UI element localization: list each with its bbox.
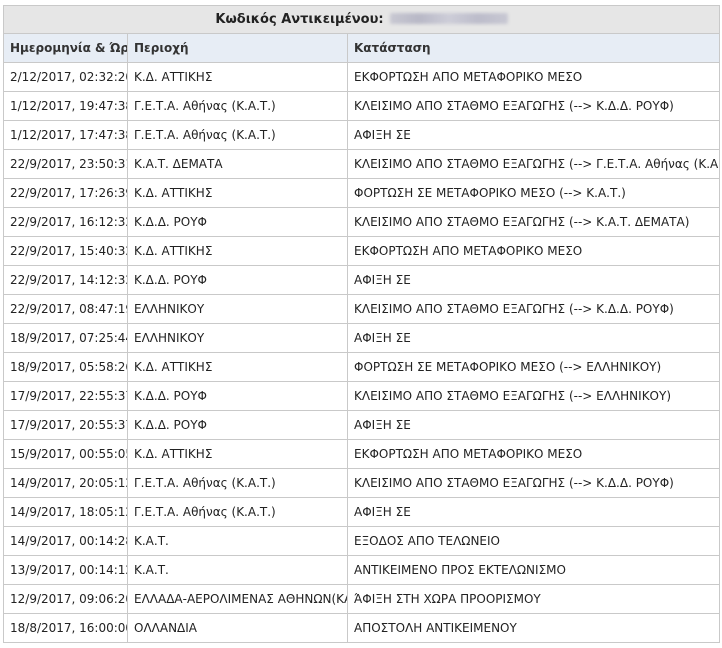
cell-date: 17/9/2017, 22:55:37 bbox=[3, 381, 128, 411]
cell-status: ΑΦΙΞΗ ΣΕ bbox=[347, 265, 720, 295]
table-row: 14/9/2017, 00:14:28 Κ.Α.Τ. ΕΞΟΔΟΣ ΑΠΟ ΤΕΛΩ… bbox=[3, 526, 720, 556]
cell-area: ΟΛΛΑΝΔΙΑ bbox=[127, 613, 348, 643]
table-row: 15/9/2017, 00:55:05 Κ.Δ. ΑΤΤΙΚΗΣ ΕΚΦΟΡΤΩΣΗ… bbox=[3, 439, 720, 469]
table-row: 14/9/2017, 18:05:12 Γ.Ε.Τ.Α. Αθήνας (Κ.Α.… bbox=[3, 497, 720, 527]
cell-date: 18/8/2017, 16:00:00 bbox=[3, 613, 128, 643]
table-row: 14/9/2017, 20:05:12 Γ.Ε.Τ.Α. Αθήνας (Κ.Α.… bbox=[3, 468, 720, 498]
cell-area: Γ.Ε.Τ.Α. Αθήνας (Κ.Α.Τ.) bbox=[127, 120, 348, 150]
cell-status: ΑΦΙΞΗ ΣΕ bbox=[347, 410, 720, 440]
cell-area: Κ.Δ.Δ. ΡΟΥΦ bbox=[127, 410, 348, 440]
cell-area: Κ.Δ. ΑΤΤΙΚΗΣ bbox=[127, 352, 348, 382]
cell-status: ΚΛΕΙΣΙΜΟ ΑΠΟ ΣΤΑΘΜΟ ΕΞΑΓΩΓΗΣ (--> Κ.Δ.Δ.… bbox=[347, 468, 720, 498]
cell-area: Κ.Α.Τ. ΔΕΜΑΤΑ bbox=[127, 149, 348, 179]
tracking-title-label: Κωδικός Αντικειμένου: bbox=[215, 12, 384, 27]
cell-status: ΚΛΕΙΣΙΜΟ ΑΠΟ ΣΤΑΘΜΟ ΕΞΑΓΩΓΗΣ (--> Γ.Ε.Τ.… bbox=[347, 149, 720, 179]
cell-status: ΚΛΕΙΣΙΜΟ ΑΠΟ ΣΤΑΘΜΟ ΕΞΑΓΩΓΗΣ (--> ΕΛΛΗΝΙ… bbox=[347, 381, 720, 411]
cell-date: 18/9/2017, 05:58:26 bbox=[3, 352, 128, 382]
cell-area: Κ.Δ. ΑΤΤΙΚΗΣ bbox=[127, 178, 348, 208]
title-row: Κωδικός Αντικειμένου: bbox=[3, 5, 720, 34]
cell-status: ΚΛΕΙΣΙΜΟ ΑΠΟ ΣΤΑΘΜΟ ΕΞΑΓΩΓΗΣ (--> Κ.Δ.Δ.… bbox=[347, 91, 720, 121]
cell-status: ΕΞΟΔΟΣ ΑΠΟ ΤΕΛΩΝΕΙΟ bbox=[347, 526, 720, 556]
cell-area: Κ.Δ. ΑΤΤΙΚΗΣ bbox=[127, 236, 348, 266]
column-header-date: Ημερομηνία & Ώρα bbox=[3, 33, 128, 63]
cell-date: 1/12/2017, 19:47:38 bbox=[3, 91, 128, 121]
tracking-table: Κωδικός Αντικειμένου: Ημερομηνία & Ώρα Π… bbox=[3, 5, 720, 643]
cell-area: Κ.Δ.Δ. ΡΟΥΦ bbox=[127, 381, 348, 411]
cell-area: Κ.Δ. ΑΤΤΙΚΗΣ bbox=[127, 439, 348, 469]
cell-date: 22/9/2017, 23:50:31 bbox=[3, 149, 128, 179]
table-row: 17/9/2017, 22:55:37 Κ.Δ.Δ. ΡΟΥΦ ΚΛΕΙΣΙΜΟ Α… bbox=[3, 381, 720, 411]
cell-area: Γ.Ε.Τ.Α. Αθήνας (Κ.Α.Τ.) bbox=[127, 468, 348, 498]
cell-status: ΑΠΟΣΤΟΛΗ ΑΝΤΙΚΕΙΜΕΝΟΥ bbox=[347, 613, 720, 643]
table-row: 22/9/2017, 23:50:31 Κ.Α.Τ. ΔΕΜΑΤΑ ΚΛΕΙΣΙΜΟ… bbox=[3, 149, 720, 179]
cell-area: Γ.Ε.Τ.Α. Αθήνας (Κ.Α.Τ.) bbox=[127, 497, 348, 527]
cell-date: 14/9/2017, 18:05:12 bbox=[3, 497, 128, 527]
table-row: 22/9/2017, 14:12:32 Κ.Δ.Δ. ΡΟΥΦ ΑΦΙΞΗ ΣΕ bbox=[3, 265, 720, 295]
cell-status: ΦΟΡΤΩΣΗ ΣΕ ΜΕΤΑΦΟΡΙΚΟ ΜΕΣΟ (--> Κ.Α.Τ.) bbox=[347, 178, 720, 208]
column-header-status: Κατάσταση bbox=[347, 33, 720, 63]
tracking-title: Κωδικός Αντικειμένου: bbox=[3, 5, 720, 34]
cell-area: Γ.Ε.Τ.Α. Αθήνας (Κ.Α.Τ.) bbox=[127, 91, 348, 121]
table-row: 22/9/2017, 16:12:32 Κ.Δ.Δ. ΡΟΥΦ ΚΛΕΙΣΙΜΟ Α… bbox=[3, 207, 720, 237]
cell-date: 17/9/2017, 20:55:37 bbox=[3, 410, 128, 440]
table-row: 18/9/2017, 05:58:26 Κ.Δ. ΑΤΤΙΚΗΣ ΦΟΡΤΩΣΗ Σ… bbox=[3, 352, 720, 382]
column-header-area: Περιοχή bbox=[127, 33, 348, 63]
cell-status: ΑΦΙΞΗ ΣΕ bbox=[347, 323, 720, 353]
cell-area: Κ.Α.Τ. bbox=[127, 555, 348, 585]
cell-date: 15/9/2017, 00:55:05 bbox=[3, 439, 128, 469]
cell-status: ΑΦΙΞΗ ΣΕ bbox=[347, 497, 720, 527]
cell-date: 2/12/2017, 02:32:20 bbox=[3, 62, 128, 92]
cell-date: 22/9/2017, 15:40:32 bbox=[3, 236, 128, 266]
table-row: 1/12/2017, 19:47:38 Γ.Ε.Τ.Α. Αθήνας (Κ.Α.… bbox=[3, 91, 720, 121]
cell-area: ΕΛΛΑΔΑ-ΑΕΡΟΛΙΜΕΝΑΣ ΑΘΗΝΩΝ(ΚΑΤ) bbox=[127, 584, 348, 614]
cell-date: 22/9/2017, 16:12:32 bbox=[3, 207, 128, 237]
cell-area: ΕΛΛΗΝΙΚΟΥ bbox=[127, 294, 348, 324]
cell-date: 12/9/2017, 09:06:20 bbox=[3, 584, 128, 614]
cell-date: 14/9/2017, 20:05:12 bbox=[3, 468, 128, 498]
cell-status: ΑΦΙΞΗ ΣΕ bbox=[347, 120, 720, 150]
cell-status: ΆΦΙΞΗ ΣΤΗ ΧΩΡΑ ΠΡΟΟΡΙΣΜΟΥ bbox=[347, 584, 720, 614]
cell-date: 13/9/2017, 00:14:12 bbox=[3, 555, 128, 585]
redacted-tracking-code bbox=[389, 13, 508, 24]
cell-status: ΕΚΦΟΡΤΩΣΗ ΑΠΟ ΜΕΤΑΦΟΡΙΚΟ ΜΕΣΟ bbox=[347, 439, 720, 469]
cell-date: 22/9/2017, 14:12:32 bbox=[3, 265, 128, 295]
cell-status: ΕΚΦΟΡΤΩΣΗ ΑΠΟ ΜΕΤΑΦΟΡΙΚΟ ΜΕΣΟ bbox=[347, 236, 720, 266]
table-row: 22/9/2017, 15:40:32 Κ.Δ. ΑΤΤΙΚΗΣ ΕΚΦΟΡΤΩΣΗ… bbox=[3, 236, 720, 266]
table-row: 22/9/2017, 17:26:39 Κ.Δ. ΑΤΤΙΚΗΣ ΦΟΡΤΩΣΗ Σ… bbox=[3, 178, 720, 208]
tracking-rows: 2/12/2017, 02:32:20 Κ.Δ. ΑΤΤΙΚΗΣ ΕΚΦΟΡΤΩΣΗ… bbox=[3, 62, 720, 643]
cell-date: 18/9/2017, 07:25:44 bbox=[3, 323, 128, 353]
cell-area: Κ.Δ.Δ. ΡΟΥΦ bbox=[127, 207, 348, 237]
cell-date: 14/9/2017, 00:14:28 bbox=[3, 526, 128, 556]
cell-date: 22/9/2017, 17:26:39 bbox=[3, 178, 128, 208]
table-row: 1/12/2017, 17:47:38 Γ.Ε.Τ.Α. Αθήνας (Κ.Α.… bbox=[3, 120, 720, 150]
table-row: 18/9/2017, 07:25:44 ΕΛΛΗΝΙΚΟΥ ΑΦΙΞΗ ΣΕ bbox=[3, 323, 720, 353]
tracking-panel: Κωδικός Αντικειμένου: Ημερομηνία & Ώρα Π… bbox=[3, 5, 720, 643]
cell-status: ΕΚΦΟΡΤΩΣΗ ΑΠΟ ΜΕΤΑΦΟΡΙΚΟ ΜΕΣΟ bbox=[347, 62, 720, 92]
cell-area: Κ.Δ. ΑΤΤΙΚΗΣ bbox=[127, 62, 348, 92]
cell-area: Κ.Δ.Δ. ΡΟΥΦ bbox=[127, 265, 348, 295]
table-row: 2/12/2017, 02:32:20 Κ.Δ. ΑΤΤΙΚΗΣ ΕΚΦΟΡΤΩΣΗ… bbox=[3, 62, 720, 92]
cell-area: Κ.Α.Τ. bbox=[127, 526, 348, 556]
table-row: 12/9/2017, 09:06:20 ΕΛΛΑΔΑ-ΑΕΡΟΛΙΜΕΝΑΣ ΑΘ… bbox=[3, 584, 720, 614]
cell-status: ΦΟΡΤΩΣΗ ΣΕ ΜΕΤΑΦΟΡΙΚΟ ΜΕΣΟ (--> ΕΛΛΗΝΙΚΟ… bbox=[347, 352, 720, 382]
cell-date: 1/12/2017, 17:47:38 bbox=[3, 120, 128, 150]
cell-status: ΚΛΕΙΣΙΜΟ ΑΠΟ ΣΤΑΘΜΟ ΕΞΑΓΩΓΗΣ (--> Κ.Α.Τ.… bbox=[347, 207, 720, 237]
header-row: Ημερομηνία & Ώρα Περιοχή Κατάσταση bbox=[3, 33, 720, 63]
table-row: 17/9/2017, 20:55:37 Κ.Δ.Δ. ΡΟΥΦ ΑΦΙΞΗ ΣΕ bbox=[3, 410, 720, 440]
table-row: 13/9/2017, 00:14:12 Κ.Α.Τ. ΑΝΤΙΚΕΙΜΕΝΟ ΠΡΟ… bbox=[3, 555, 720, 585]
table-row: 22/9/2017, 08:47:19 ΕΛΛΗΝΙΚΟΥ ΚΛΕΙΣΙΜΟ ΑΠΟ… bbox=[3, 294, 720, 324]
cell-area: ΕΛΛΗΝΙΚΟΥ bbox=[127, 323, 348, 353]
cell-status: ΑΝΤΙΚΕΙΜΕΝΟ ΠΡΟΣ ΕΚΤΕΛΩΝΙΣΜΟ bbox=[347, 555, 720, 585]
cell-status: ΚΛΕΙΣΙΜΟ ΑΠΟ ΣΤΑΘΜΟ ΕΞΑΓΩΓΗΣ (--> Κ.Δ.Δ.… bbox=[347, 294, 720, 324]
cell-date: 22/9/2017, 08:47:19 bbox=[3, 294, 128, 324]
table-row: 18/8/2017, 16:00:00 ΟΛΛΑΝΔΙΑ ΑΠΟΣΤΟΛΗ ΑΝΤΙ… bbox=[3, 613, 720, 643]
